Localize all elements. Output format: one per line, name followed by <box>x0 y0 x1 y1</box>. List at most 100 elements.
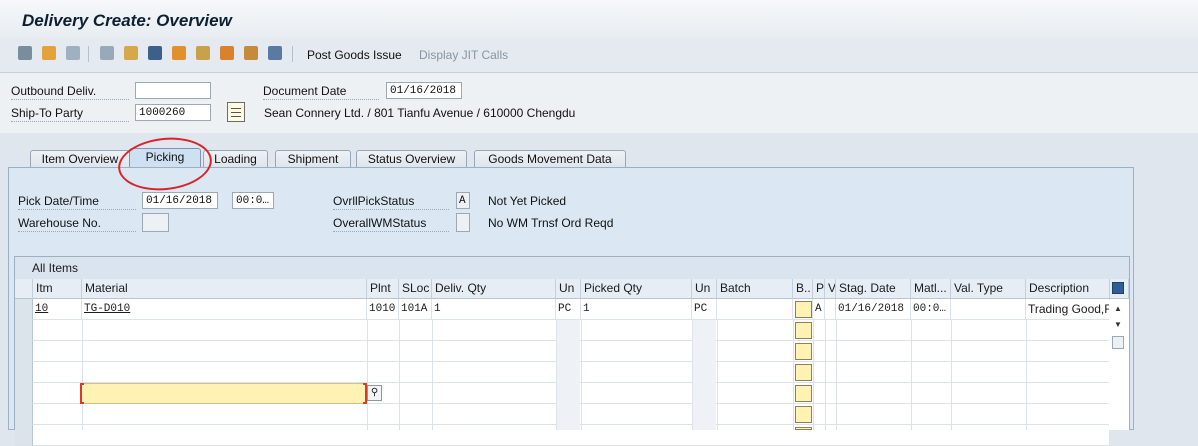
tab-shipment[interactable]: Shipment <box>275 150 351 168</box>
tab-status-overview[interactable]: Status Overview <box>356 150 467 168</box>
texts-icon[interactable] <box>148 46 162 60</box>
scroll-up-icon[interactable]: ▲ <box>1114 304 1122 313</box>
dates-icon[interactable] <box>172 46 186 60</box>
row-selector[interactable] <box>15 299 33 320</box>
col-header-itm[interactable]: Itm <box>33 279 82 299</box>
batch-split-checkbox[interactable] <box>795 406 812 423</box>
col-header-v[interactable]: V <box>825 279 836 299</box>
document-date-field[interactable]: 01/16/2018 <box>386 82 462 99</box>
col-header-matl[interactable]: Matl... <box>911 279 951 299</box>
column-grid <box>836 320 837 430</box>
cell-batch[interactable] <box>717 299 793 320</box>
overall-wm-status-text: No WM Trnsf Ord Reqd <box>488 216 614 230</box>
outbound-deliv-field[interactable] <box>135 82 211 99</box>
row-selector[interactable] <box>15 383 33 404</box>
cell-val-type[interactable] <box>951 299 1026 320</box>
tab-item-overview[interactable]: Item Overview <box>30 150 130 168</box>
table-title: All Items <box>32 261 79 275</box>
copy-icon[interactable] <box>100 46 114 60</box>
display-jit-calls-button[interactable]: Display JIT Calls <box>419 48 508 62</box>
col-header-deliv-qty[interactable]: Deliv. Qty <box>432 279 556 299</box>
column-grid <box>581 320 582 430</box>
search-help-icon[interactable]: ⚲ <box>367 385 382 401</box>
scroll-thumb[interactable] <box>1112 336 1124 349</box>
post-goods-issue-button[interactable]: Post Goods Issue <box>307 48 402 62</box>
delete-icon[interactable] <box>66 46 80 60</box>
cell-un[interactable]: PC <box>556 299 581 320</box>
col-header-picked-qty[interactable]: Picked Qty <box>581 279 692 299</box>
cell-itm[interactable]: 10 <box>33 299 82 320</box>
cell-matl[interactable]: 00:0… <box>911 299 951 320</box>
col-header-val-type[interactable]: Val. Type <box>951 279 1026 299</box>
column-grid <box>813 320 814 430</box>
batch-split-checkbox[interactable] <box>795 364 812 381</box>
toolbar-separator <box>88 46 89 62</box>
material-input-focused[interactable] <box>81 383 367 404</box>
ovrl-pick-status-text: Not Yet Picked <box>488 194 567 208</box>
cell-un2[interactable]: PC <box>692 299 717 320</box>
cell-sloc[interactable]: 101A <box>399 299 432 320</box>
column-grid <box>432 320 433 430</box>
column-grid <box>825 320 826 430</box>
col-header-sloc[interactable]: SLoc <box>399 279 432 299</box>
col-header-un[interactable]: Un <box>556 279 581 299</box>
cell-deliv-qty[interactable]: 1 <box>432 299 556 320</box>
overall-wm-status-label: OverallWMStatus <box>333 216 449 232</box>
scroll-down-icon[interactable]: ▼ <box>1114 320 1122 329</box>
batch-icon[interactable] <box>196 46 210 60</box>
warehouse-icon[interactable] <box>220 46 234 60</box>
create-icon[interactable] <box>42 46 56 60</box>
col-header-plnt[interactable]: Plnt <box>367 279 399 299</box>
select-all-header[interactable] <box>15 279 33 299</box>
warehouse-no-field[interactable] <box>142 213 169 232</box>
cell-stag-date[interactable]: 01/16/2018 <box>836 299 911 320</box>
cell-picked-qty[interactable]: 1 <box>581 299 692 320</box>
ovrl-pick-status-field: A <box>456 192 470 209</box>
row-selector[interactable] <box>15 320 33 341</box>
outbound-deliv-label: Outbound Deliv. <box>11 84 129 100</box>
col-header-un2[interactable]: Un <box>692 279 717 299</box>
row-selector[interactable] <box>15 362 33 383</box>
cell-v[interactable] <box>825 299 836 320</box>
pick-date-field[interactable]: 01/16/2018 <box>142 192 218 209</box>
batch-split-checkbox[interactable] <box>795 385 812 402</box>
window-title: Delivery Create: Overview <box>22 11 232 30</box>
ship-to-party-field[interactable]: 1000260 <box>135 104 211 121</box>
col-header-batch[interactable]: Batch <box>717 279 793 299</box>
more-icon[interactable] <box>244 46 258 60</box>
cell-plnt[interactable]: 1010 <box>367 299 399 320</box>
title-bar: Delivery Create: Overview <box>0 0 1198 38</box>
column-grid <box>717 320 718 430</box>
cell-material[interactable]: TG-D010 <box>82 299 367 320</box>
ship-to-address: Sean Connery Ltd. / 801 Tianfu Avenue / … <box>264 106 576 120</box>
column-grid <box>793 320 794 430</box>
col-header-description[interactable]: Description <box>1026 279 1110 299</box>
tab-goods-movement-data[interactable]: Goods Movement Data <box>474 150 626 168</box>
document-date-label: Document Date <box>263 84 379 100</box>
warehouse-no-label: Warehouse No. <box>18 216 136 232</box>
tab-loading[interactable]: Loading <box>203 150 268 168</box>
grid-icon[interactable] <box>268 46 282 60</box>
col-header-stag-date[interactable]: Stag. Date <box>836 279 911 299</box>
table-settings-icon[interactable] <box>1110 279 1129 299</box>
document-icon[interactable] <box>227 102 245 122</box>
tab-picking[interactable]: Picking <box>129 148 201 169</box>
table-vertical-scrollbar[interactable]: ▲ ▼ <box>1109 300 1127 430</box>
cell-description[interactable]: Trading Good,F <box>1026 299 1110 320</box>
table-title-bar: All Items <box>15 257 1129 280</box>
display-change-icon[interactable] <box>18 46 32 60</box>
column-grid <box>951 320 952 430</box>
pick-time-field[interactable]: 00:0… <box>232 192 274 209</box>
row-selector[interactable] <box>15 341 33 362</box>
partner-icon[interactable] <box>124 46 138 60</box>
application-toolbar: Post Goods Issue Display JIT Calls <box>0 38 1198 73</box>
batch-split-checkbox[interactable] <box>795 301 812 318</box>
batch-split-checkbox[interactable] <box>795 343 812 360</box>
cell-p[interactable]: A <box>813 299 825 320</box>
row-selector[interactable] <box>15 425 33 446</box>
col-header-material[interactable]: Material <box>82 279 367 299</box>
col-header-b[interactable]: B.. <box>793 279 813 299</box>
col-header-p[interactable]: P <box>813 279 825 299</box>
row-selector[interactable] <box>15 404 33 425</box>
batch-split-checkbox[interactable] <box>795 322 812 339</box>
